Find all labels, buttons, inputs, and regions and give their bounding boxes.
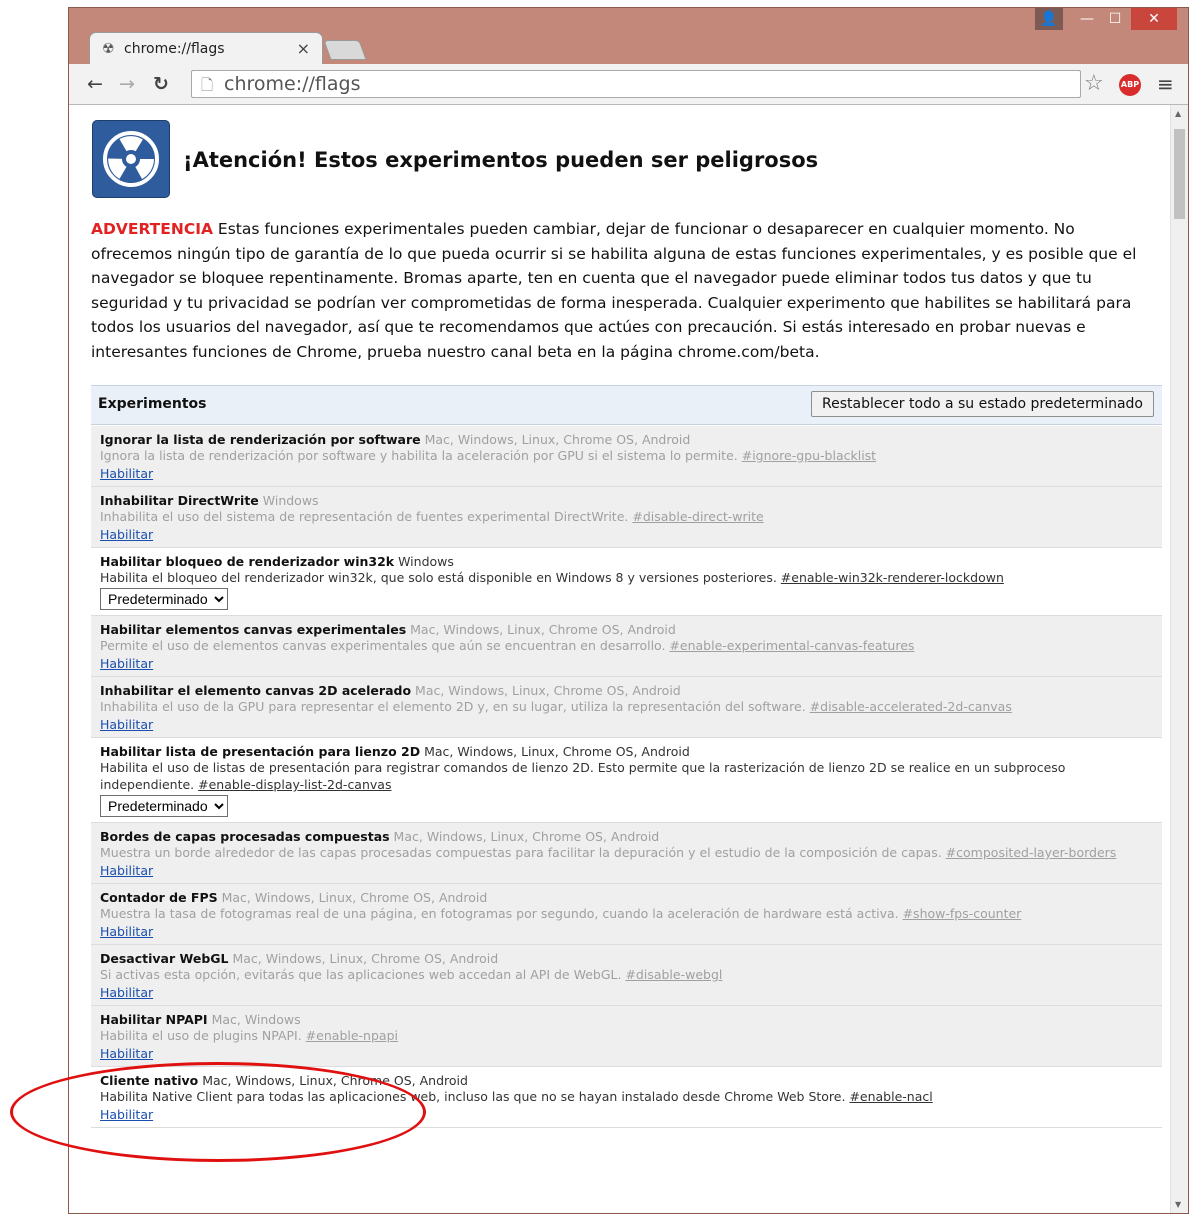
abp-icon[interactable]: ABP — [1119, 74, 1141, 96]
enable-link[interactable]: Habilitar — [100, 924, 153, 939]
scrollbar-thumb[interactable] — [1174, 129, 1185, 219]
experiment-platforms: Mac, Windows, Linux, Chrome OS, Android — [228, 951, 499, 966]
warning-paragraph: ADVERTENCIA Estas funciones experimental… — [91, 217, 1146, 364]
experiments-header: Experimentos Restablecer todo a su estad… — [91, 385, 1162, 425]
maximize-icon[interactable]: ☐ — [1101, 8, 1129, 30]
enable-link[interactable]: Habilitar — [100, 717, 153, 732]
experiment-name: Bordes de capas procesadas compuestas — [100, 829, 390, 844]
experiment-name: Contador de FPS — [100, 890, 218, 905]
experiment-anchor-link[interactable]: #ignore-gpu-blacklist — [742, 448, 876, 463]
experiment-row: Inhabilitar el elemento canvas 2D aceler… — [91, 677, 1162, 738]
experiment-anchor-link[interactable]: #disable-webgl — [625, 967, 722, 982]
enable-link[interactable]: Habilitar — [100, 1046, 153, 1061]
experiment-platforms: Mac, Windows — [207, 1012, 301, 1027]
experiment-platforms: Windows — [258, 493, 319, 508]
experiments-list: Ignorar la lista de renderización por so… — [91, 426, 1162, 1128]
experiment-description: Habilita el uso de plugins NPAPI. — [100, 1028, 306, 1043]
experiment-anchor-link[interactable]: #enable-experimental-canvas-features — [669, 638, 914, 653]
star-icon[interactable]: ☆ — [1084, 71, 1104, 96]
experiment-anchor-link[interactable]: #enable-npapi — [306, 1028, 398, 1043]
experiment-description: Si activas esta opción, evitarás que las… — [100, 967, 626, 982]
page-title: ¡Atención! Estos experimentos pueden ser… — [183, 148, 819, 172]
experiment-name: Habilitar elementos canvas experimentale… — [100, 622, 407, 637]
reset-all-button[interactable]: Restablecer todo a su estado predetermin… — [811, 391, 1154, 417]
experiment-description: Ignora la lista de renderización por sof… — [100, 448, 742, 463]
experiment-row: Habilitar lista de presentación para lie… — [91, 738, 1162, 823]
experiment-platforms: Windows — [394, 554, 454, 569]
flags-tab-icon: ☢ — [102, 41, 115, 57]
experiment-anchor-link[interactable]: #enable-nacl — [849, 1089, 932, 1104]
experiment-row: Desactivar WebGL Mac, Windows, Linux, Ch… — [91, 945, 1162, 1006]
address-bar[interactable]: 🗋 chrome://flags — [191, 70, 1081, 98]
enable-link[interactable]: Habilitar — [100, 863, 153, 878]
address-text: chrome://flags — [224, 73, 361, 95]
experiment-row: Habilitar NPAPI Mac, Windows Habilita el … — [91, 1006, 1162, 1067]
browser-toolbar: ← → ↻ 🗋 chrome://flags ☆ ABP ≡ — [69, 64, 1188, 105]
experiment-platforms: Mac, Windows, Linux, Chrome OS, Android — [406, 622, 676, 637]
tab-title: chrome://flags — [124, 41, 225, 57]
experiment-name: Inhabilitar el elemento canvas 2D aceler… — [100, 683, 412, 698]
vertical-scrollbar[interactable]: ▲ ▼ — [1170, 105, 1188, 1213]
user-icon[interactable]: 👤 — [1035, 8, 1063, 30]
experiments-title: Experimentos — [98, 396, 207, 412]
experiment-description: Inhabilita el uso de la GPU para represe… — [100, 699, 810, 714]
experiment-row: Habilitar elementos canvas experimentale… — [91, 616, 1162, 677]
radiation-icon — [92, 120, 170, 198]
page-icon: 🗋 — [201, 76, 214, 94]
experiment-name: Inhabilitar DirectWrite — [100, 493, 259, 508]
scroll-up-icon[interactable]: ▲ — [1175, 109, 1181, 118]
experiment-anchor-link[interactable]: #show-fps-counter — [903, 906, 1022, 921]
close-icon[interactable]: ✕ — [1131, 8, 1177, 30]
enable-link[interactable]: Habilitar — [100, 527, 153, 542]
experiment-anchor-link[interactable]: #disable-accelerated-2d-canvas — [810, 699, 1012, 714]
experiment-platforms: Mac, Windows, Linux, Chrome OS, Android — [389, 829, 660, 844]
experiment-anchor-link[interactable]: #disable-direct-write — [632, 509, 763, 524]
experiment-name: Ignorar la lista de renderización por so… — [100, 432, 421, 447]
experiment-anchor-link[interactable]: #enable-win32k-renderer-lockdown — [781, 570, 1004, 585]
experiment-anchor-link[interactable]: #enable-display-list-2d-canvas — [198, 777, 391, 792]
experiment-description: Muestra la tasa de fotogramas real de un… — [100, 906, 903, 921]
experiment-name: Habilitar bloqueo de renderizador win32k — [100, 554, 395, 569]
experiment-row: Contador de FPS Mac, Windows, Linux, Chr… — [91, 884, 1162, 945]
enable-link[interactable]: Habilitar — [100, 985, 153, 1000]
experiment-description: Muestra un borde alrededor de las capas … — [100, 845, 946, 860]
menu-icon[interactable]: ≡ — [1157, 72, 1174, 96]
scroll-down-icon[interactable]: ▼ — [1175, 1200, 1181, 1209]
title-bar: ☢ chrome://flags × 👤 — ☐ ✕ — [69, 8, 1188, 65]
back-icon[interactable]: ← — [87, 73, 103, 95]
experiment-row: Ignorar la lista de renderización por so… — [91, 426, 1162, 487]
experiment-description: Habilita el bloqueo del renderizador win… — [100, 570, 781, 585]
tab-flags[interactable]: ☢ chrome://flags × — [89, 32, 323, 65]
experiment-platforms: Mac, Windows, Linux, Chrome OS, Android — [420, 744, 690, 759]
experiment-row: Inhabilitar DirectWrite Windows Inhabilit… — [91, 487, 1162, 548]
experiment-name: Habilitar lista de presentación para lie… — [100, 744, 421, 759]
forward-icon[interactable]: → — [119, 73, 135, 95]
experiment-description: Inhabilita el uso del sistema de represe… — [100, 509, 633, 524]
experiment-platforms: Mac, Windows, Linux, Chrome OS, Android — [217, 890, 488, 905]
experiment-row: Habilitar bloqueo de renderizador win32k… — [91, 548, 1162, 616]
experiment-name: Desactivar WebGL — [100, 951, 229, 966]
tab-close-icon[interactable]: × — [297, 39, 310, 58]
experiment-name: Habilitar NPAPI — [100, 1012, 208, 1027]
enable-link[interactable]: Habilitar — [100, 656, 153, 671]
warning-label: ADVERTENCIA — [91, 220, 213, 238]
experiment-platforms: Mac, Windows, Linux, Chrome OS, Android — [420, 432, 691, 447]
experiment-description: Permite el uso de elementos canvas exper… — [100, 638, 670, 653]
highlight-ellipse — [10, 1062, 426, 1162]
experiment-state-select[interactable]: Predeterminado — [100, 588, 228, 610]
browser-window: ☢ chrome://flags × 👤 — ☐ ✕ ← → ↻ 🗋 chrom… — [68, 7, 1189, 1214]
experiment-platforms: Mac, Windows, Linux, Chrome OS, Android — [411, 683, 681, 698]
experiment-state-select[interactable]: Predeterminado — [100, 795, 228, 817]
experiment-row: Bordes de capas procesadas compuestas Ma… — [91, 823, 1162, 884]
new-tab-button[interactable] — [323, 40, 367, 60]
experiment-anchor-link[interactable]: #composited-layer-borders — [946, 845, 1117, 860]
enable-link[interactable]: Habilitar — [100, 466, 153, 481]
page-content: ¡Atención! Estos experimentos pueden ser… — [69, 105, 1188, 1213]
minimize-icon[interactable]: — — [1073, 8, 1101, 30]
warning-text: Estas funciones experimentales pueden ca… — [91, 220, 1137, 361]
reload-icon[interactable]: ↻ — [153, 73, 169, 95]
